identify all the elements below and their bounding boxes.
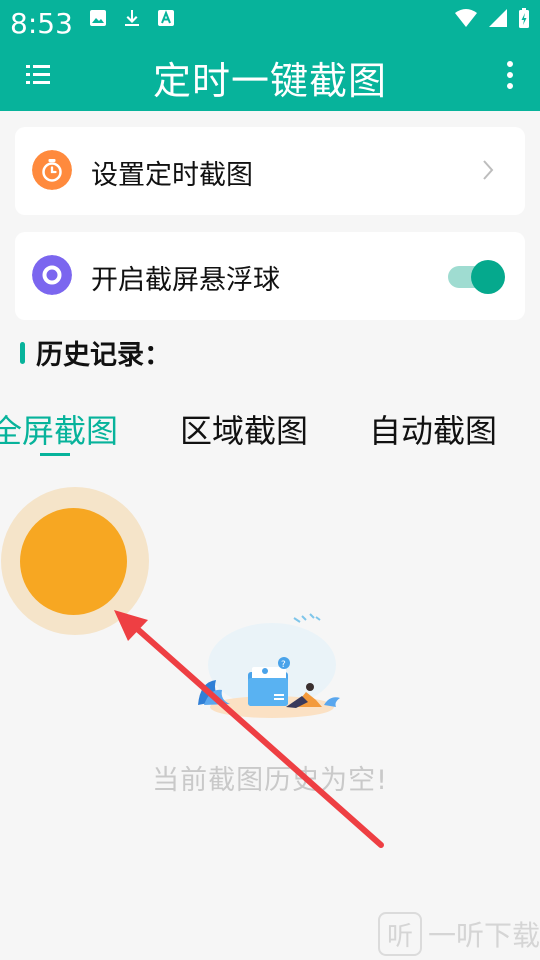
red-arrow-annotation [114,610,384,848]
watermark: 听 一听下载 [377,912,540,956]
watermark-logo: 听 [377,912,422,956]
watermark-text: 一听下载 [427,919,540,952]
